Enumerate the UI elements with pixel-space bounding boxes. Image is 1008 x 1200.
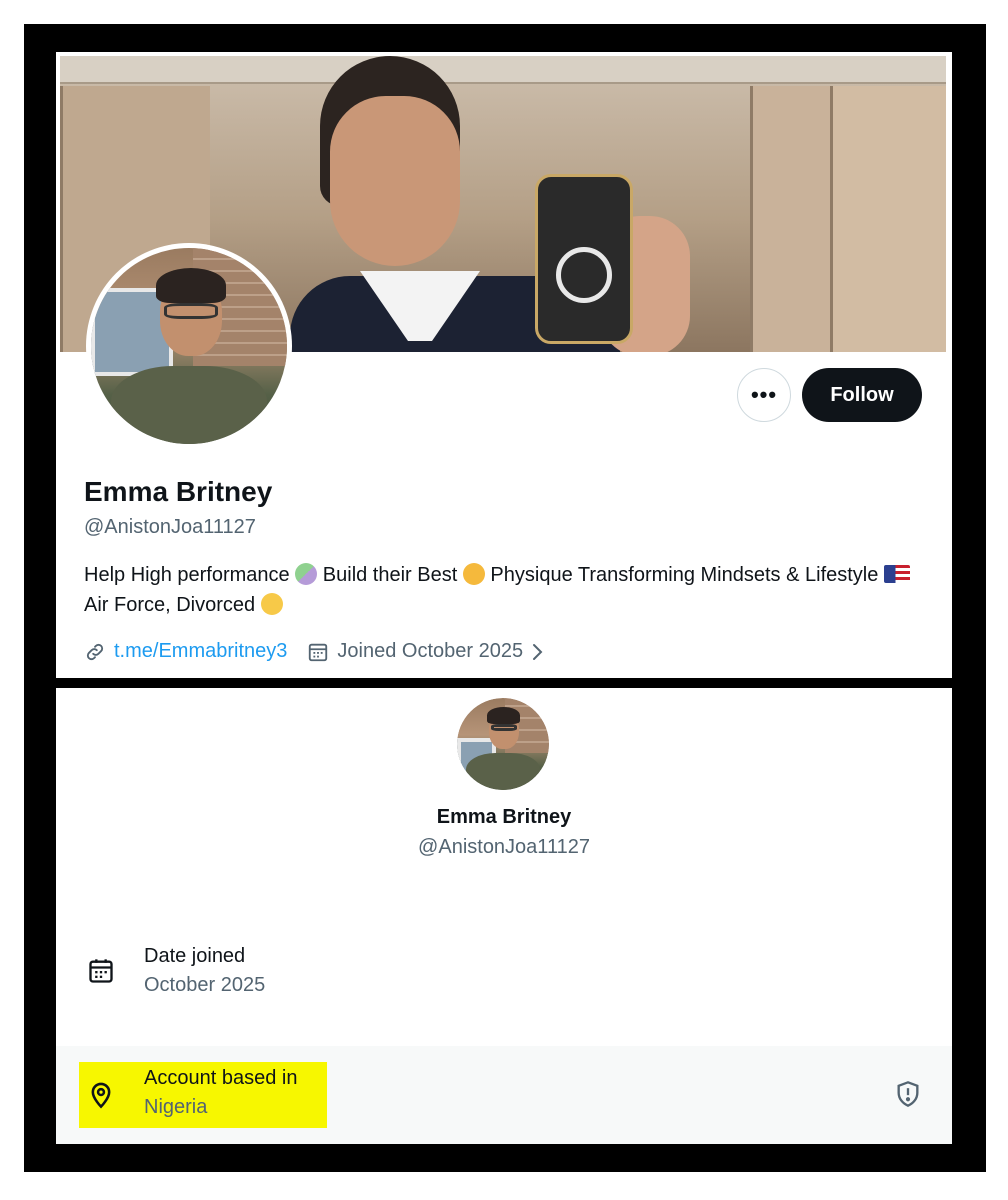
bio-text-2: Build their Best [322, 564, 458, 586]
chevron-right-icon[interactable] [531, 641, 545, 663]
profile-avatar[interactable] [86, 243, 292, 449]
us-flag-emoji [883, 565, 910, 583]
bio-text-4: Air Force, Divorced [84, 594, 256, 616]
calendar-icon [86, 956, 116, 986]
flexed-biceps-emoji [462, 563, 485, 585]
about-handle: @AnistonJoa11127 [418, 836, 590, 858]
date-joined-label: Date joined [144, 945, 246, 967]
more-options-button[interactable]: ••• [737, 368, 791, 422]
pensive-face-emoji [260, 593, 283, 615]
link-icon [84, 641, 106, 663]
about-avatar [457, 698, 549, 790]
account-based-value: Nigeria [144, 1096, 208, 1118]
location-pin-icon [86, 1080, 116, 1110]
bio-text-3: Physique Transforming Mindsets & Lifesty… [490, 564, 879, 586]
calendar-icon [307, 641, 329, 663]
profile-display-name: Emma Britney [84, 476, 273, 507]
profile-link[interactable]: t.me/Emmabritney3 [114, 640, 287, 663]
about-account-card: Emma Britney @AnistonJoa11127 Date joine… [56, 688, 952, 1144]
profile-handle: @AnistonJoa11127 [84, 516, 256, 538]
shield-icon[interactable] [894, 1080, 922, 1108]
profile-bio: Help High performance Build their Best P… [84, 560, 934, 620]
profile-header-card: ••• Follow Emma Britney @AnistonJoa11127… [56, 52, 952, 678]
account-based-row[interactable]: Account based in Nigeria [56, 1046, 952, 1144]
performing-arts-emoji [295, 563, 318, 585]
profile-meta-row: t.me/Emmabritney3 Joined October 2025 [84, 640, 545, 663]
follow-button[interactable]: Follow [802, 368, 922, 422]
about-display-name: Emma Britney [436, 806, 572, 828]
bio-text-1: Help High performance [84, 564, 290, 586]
account-based-label: Account based in [144, 1067, 298, 1089]
joined-date[interactable]: Joined October 2025 [337, 640, 523, 663]
date-joined-row: Date joined October 2025 [56, 938, 952, 1004]
date-joined-value: October 2025 [144, 974, 266, 996]
